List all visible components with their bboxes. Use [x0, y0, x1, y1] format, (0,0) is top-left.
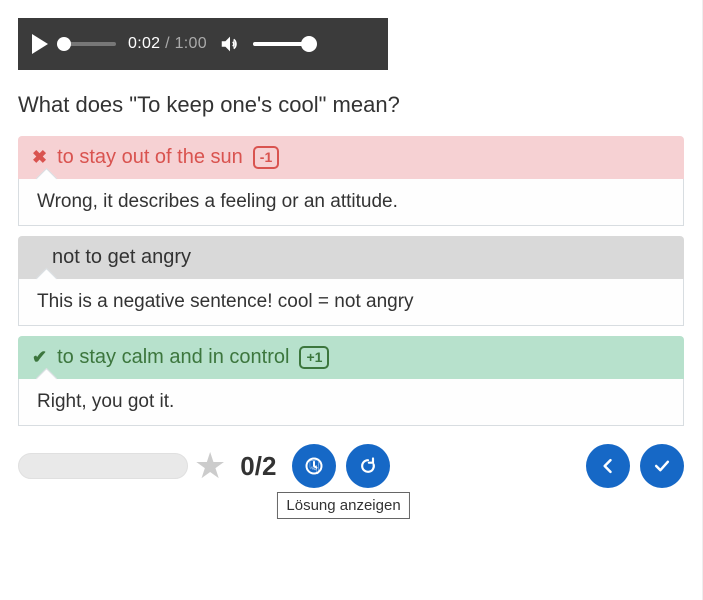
confirm-button[interactable]: [640, 444, 684, 488]
check-icon: ✔: [32, 347, 47, 368]
time-separator: /: [165, 35, 175, 52]
feedback-text: Wrong, it describes a feeling or an atti…: [18, 179, 684, 226]
score-badge: +1: [299, 346, 329, 368]
cross-icon: ✖: [32, 147, 47, 168]
footer-bar: ★ 0/2 ☟ Lösung anzeigen: [18, 444, 684, 488]
feedback-text: This is a negative sentence! cool = not …: [18, 279, 684, 326]
answer-block-right: ✔ to stay calm and in control +1 Right, …: [18, 336, 684, 426]
tooltip: Lösung anzeigen: [277, 492, 409, 519]
answer-option[interactable]: ✔ to stay calm and in control +1: [18, 336, 684, 379]
answer-text: not to get angry: [52, 246, 191, 269]
seek-knob[interactable]: [57, 37, 71, 51]
previous-button[interactable]: [586, 444, 630, 488]
time-display: 0:02 / 1:00: [128, 35, 207, 53]
answer-text: to stay out of the sun: [57, 146, 243, 169]
progress-pill: [18, 453, 188, 479]
seek-track[interactable]: [60, 42, 116, 46]
show-solution-button[interactable]: ☟ Lösung anzeigen: [292, 444, 336, 488]
volume-track[interactable]: [253, 42, 309, 46]
answer-block-neutral: not to get angry This is a negative sent…: [18, 236, 684, 326]
answer-option[interactable]: ✖ to stay out of the sun -1: [18, 136, 684, 179]
retry-button[interactable]: [346, 444, 390, 488]
time-current: 0:02: [128, 35, 160, 52]
answer-block-wrong: ✖ to stay out of the sun -1 Wrong, it de…: [18, 136, 684, 226]
question-text: What does "To keep one's cool" mean?: [18, 92, 684, 118]
star-icon: ★: [194, 448, 226, 484]
quiz-panel: 0:02 / 1:00 What does "To keep one's coo…: [0, 0, 703, 600]
answer-option[interactable]: not to get angry: [18, 236, 684, 279]
score-display: 0/2: [240, 451, 276, 482]
score-badge: -1: [253, 146, 279, 168]
audio-player: 0:02 / 1:00: [18, 18, 388, 70]
feedback-text: Right, you got it.: [18, 379, 684, 426]
volume-icon[interactable]: [219, 33, 241, 55]
play-icon[interactable]: [32, 34, 48, 54]
time-total: 1:00: [175, 35, 207, 52]
answer-text: to stay calm and in control: [57, 346, 289, 369]
volume-knob[interactable]: [301, 36, 317, 52]
